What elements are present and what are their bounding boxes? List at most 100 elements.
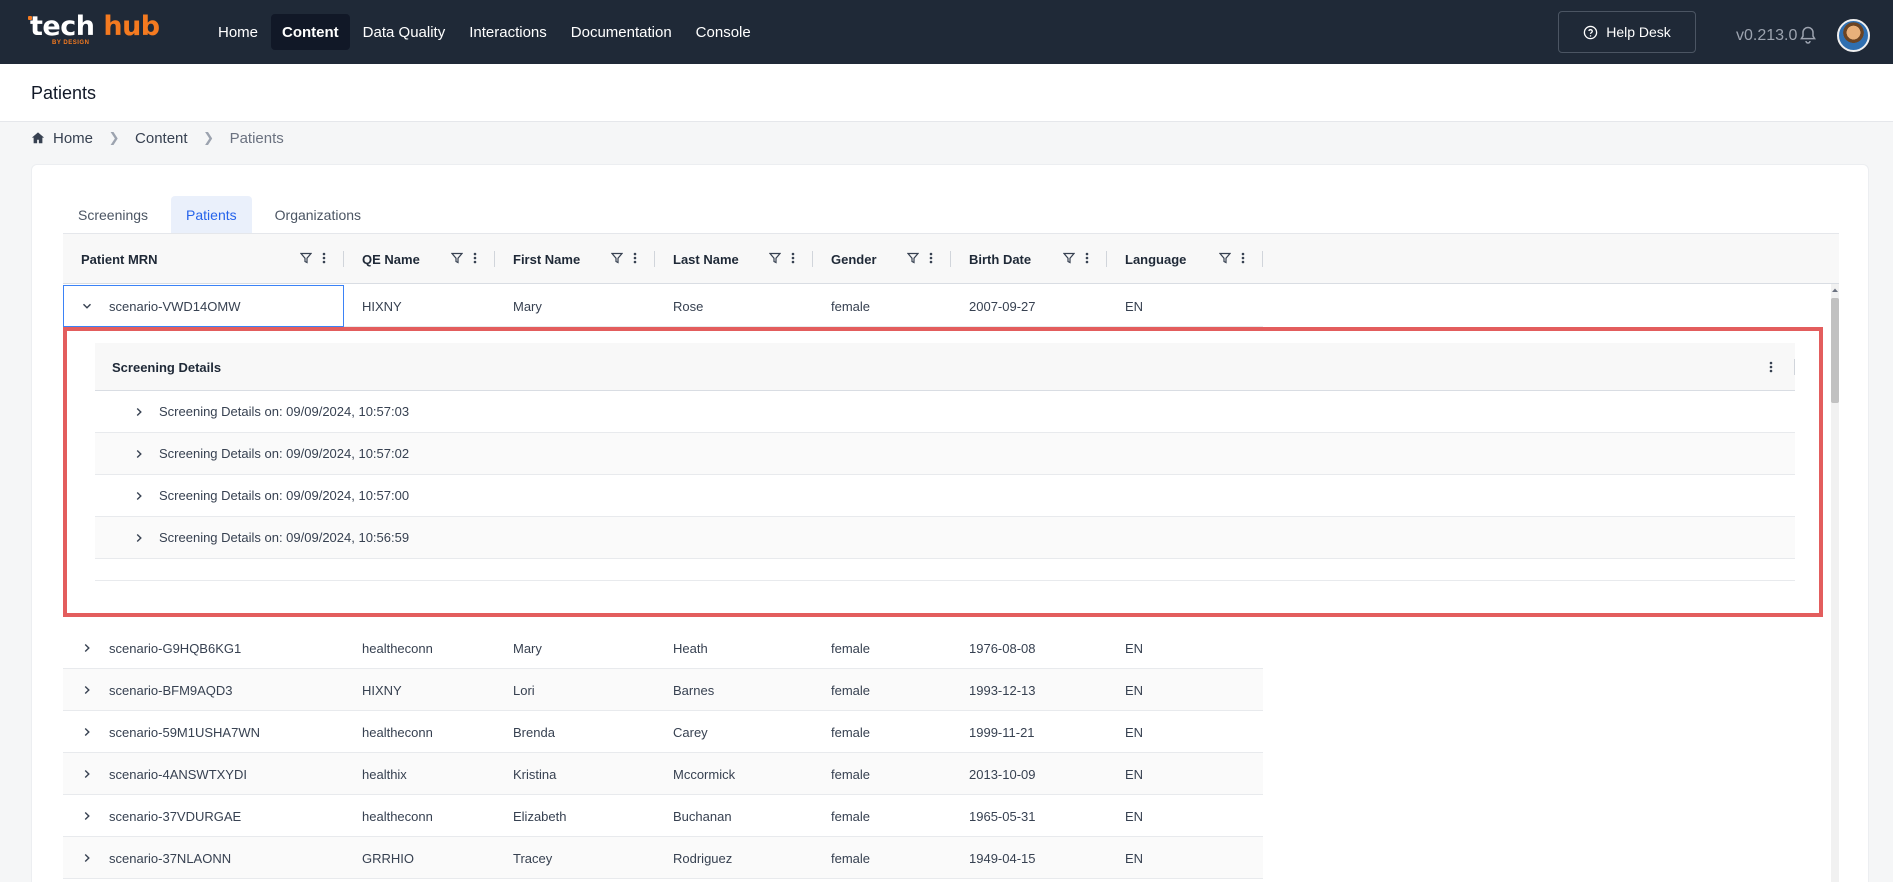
cell-patient-mrn[interactable]: scenario-BFM9AQD3 xyxy=(63,669,344,711)
cell-last-name: Carey xyxy=(673,724,708,740)
more-vertical-icon[interactable] xyxy=(633,252,637,264)
table-row[interactable]: scenario-BFM9AQD3 HIXNY Lori Barnes fema… xyxy=(63,669,1263,711)
column-header-qe-name[interactable]: QE Name xyxy=(344,234,495,284)
mrn-value: scenario-G9HQB6KG1 xyxy=(109,640,242,656)
logo-hub: hub xyxy=(103,11,160,42)
chevron-right-icon[interactable] xyxy=(81,684,93,696)
cell-language: EN xyxy=(1125,298,1144,314)
screening-detail-label: Screening Details on: 09/09/2024, 10:57:… xyxy=(159,404,410,419)
chevron-right-icon[interactable] xyxy=(81,768,93,780)
nav-item-console[interactable]: Console xyxy=(685,14,762,50)
cell-language: EN xyxy=(1125,766,1144,782)
table-row[interactable]: scenario-G9HQB6KG1 healtheconn Mary Heat… xyxy=(63,627,1263,669)
scrollbar-thumb[interactable] xyxy=(1831,298,1839,403)
nav-item-interactions[interactable]: Interactions xyxy=(458,14,558,50)
chevron-right-icon[interactable] xyxy=(81,642,93,654)
column-label: First Name xyxy=(513,251,581,267)
screening-detail-item[interactable]: Screening Details on: 09/09/2024, 10:57:… xyxy=(95,433,1795,475)
column-header-first-name[interactable]: First Name xyxy=(495,234,655,284)
cell-first-name: Kristina xyxy=(513,766,557,782)
column-header-language[interactable]: Language xyxy=(1107,234,1263,284)
chevron-down-icon[interactable] xyxy=(81,300,93,312)
more-vertical-icon[interactable] xyxy=(322,252,326,264)
patients-grid: Patient MRN QE Name First Name Last Name xyxy=(63,233,1839,882)
chevron-right-icon[interactable] xyxy=(81,852,93,864)
nav-item-content[interactable]: Content xyxy=(271,14,350,50)
column-header-birth-date[interactable]: Birth Date xyxy=(951,234,1107,284)
filter-icon[interactable] xyxy=(451,252,463,264)
cell-patient-mrn[interactable]: scenario-37NLAONN xyxy=(63,837,344,879)
empty-row xyxy=(95,559,1795,581)
breadcrumb-home[interactable]: Home xyxy=(53,130,93,147)
screening-detail-item[interactable]: Screening Details on: 09/09/2024, 10:57:… xyxy=(95,475,1795,517)
cell-patient-mrn[interactable]: scenario-4ANSWTXYDI xyxy=(63,753,344,795)
scroll-up-arrow-icon[interactable] xyxy=(1831,286,1839,294)
chevron-right-icon[interactable] xyxy=(133,532,145,544)
screening-details-panel: Screening Details Screening Details on: … xyxy=(63,327,1823,617)
column-header-patient-mrn[interactable]: Patient MRN xyxy=(63,234,344,284)
cell-language: EN xyxy=(1125,724,1144,740)
more-vertical-icon[interactable] xyxy=(929,252,933,264)
user-avatar[interactable] xyxy=(1837,19,1870,52)
filter-icon[interactable] xyxy=(769,252,781,264)
cell-qe-name: healtheconn xyxy=(362,640,433,656)
column-label: Language xyxy=(1125,251,1187,267)
tab-screenings[interactable]: Screenings xyxy=(63,196,163,233)
filter-icon[interactable] xyxy=(300,252,312,264)
nav-item-home[interactable]: Home xyxy=(207,14,269,50)
bell-icon[interactable] xyxy=(1798,25,1818,45)
table-row[interactable]: scenario-37VDURGAE healtheconn Elizabeth… xyxy=(63,795,1263,837)
table-row[interactable]: scenario-4ANSWTXYDI healthix Kristina Mc… xyxy=(63,753,1263,795)
column-header-gender[interactable]: Gender xyxy=(813,234,951,284)
page-header: Patients xyxy=(0,64,1893,122)
table-row-expanded[interactable]: scenario-VWD14OMW HIXNY Mary Rose female… xyxy=(63,285,1263,327)
cell-language: EN xyxy=(1125,850,1144,866)
filter-icon[interactable] xyxy=(907,252,919,264)
cell-last-name: Buchanan xyxy=(673,808,732,824)
table-row[interactable]: scenario-37NLAONN GRRHIO Tracey Rodrigue… xyxy=(63,837,1263,879)
cell-last-name: Barnes xyxy=(673,682,715,698)
more-vertical-icon[interactable] xyxy=(473,252,477,264)
nav-item-documentation[interactable]: Documentation xyxy=(560,14,683,50)
screening-details-header: Screening Details xyxy=(95,343,1795,391)
screening-detail-item[interactable]: Screening Details on: 09/09/2024, 10:56:… xyxy=(95,517,1795,559)
help-desk-button[interactable]: Help Desk xyxy=(1558,11,1696,53)
cell-language: EN xyxy=(1125,640,1144,656)
tab-patients[interactable]: Patients xyxy=(171,196,252,233)
filter-icon[interactable] xyxy=(611,252,623,264)
cell-birth-date: 1965-05-31 xyxy=(969,808,1036,824)
cell-gender: female xyxy=(831,640,871,656)
cell-first-name: Tracey xyxy=(513,850,553,866)
version-label: v0.213.0 xyxy=(1736,27,1798,44)
more-vertical-icon[interactable] xyxy=(791,252,795,264)
cell-patient-mrn[interactable]: scenario-37VDURGAE xyxy=(63,795,344,837)
chevron-right-icon[interactable] xyxy=(81,726,93,738)
cell-patient-mrn[interactable]: scenario-G9HQB6KG1 xyxy=(63,627,344,669)
more-vertical-icon[interactable] xyxy=(1769,361,1773,373)
cell-qe-name: HIXNY xyxy=(362,682,402,698)
more-vertical-icon[interactable] xyxy=(1085,252,1089,264)
screening-detail-item[interactable]: Screening Details on: 09/09/2024, 10:57:… xyxy=(95,391,1795,433)
help-circle-icon xyxy=(1583,25,1598,39)
filter-icon[interactable] xyxy=(1219,252,1231,264)
techhub-logo[interactable]: tech hub BY DESIGN xyxy=(28,11,160,52)
breadcrumb-content[interactable]: Content xyxy=(135,130,188,147)
home-icon xyxy=(31,132,45,144)
more-vertical-icon[interactable] xyxy=(1241,252,1245,264)
tab-organizations[interactable]: Organizations xyxy=(260,196,376,233)
cell-language: EN xyxy=(1125,682,1144,698)
cell-patient-mrn[interactable]: scenario-59M1USHA7WN xyxy=(63,711,344,753)
chevron-right-icon[interactable] xyxy=(133,448,145,460)
chevron-right-icon[interactable] xyxy=(133,490,145,502)
chevron-right-icon[interactable] xyxy=(133,406,145,418)
chevron-right-icon: ❯ xyxy=(108,130,120,145)
table-row[interactable]: scenario-59M1USHA7WN healtheconn Brenda … xyxy=(63,711,1263,753)
column-header-last-name[interactable]: Last Name xyxy=(655,234,813,284)
cell-patient-mrn[interactable]: scenario-VWD14OMW xyxy=(63,285,344,327)
filter-icon[interactable] xyxy=(1063,252,1075,264)
nav-item-data-quality[interactable]: Data Quality xyxy=(352,14,457,50)
breadcrumb-patients: Patients xyxy=(229,129,284,147)
cell-last-name: Rodriguez xyxy=(673,850,733,866)
chevron-right-icon[interactable] xyxy=(81,810,93,822)
cell-birth-date: 1993-12-13 xyxy=(969,682,1036,698)
